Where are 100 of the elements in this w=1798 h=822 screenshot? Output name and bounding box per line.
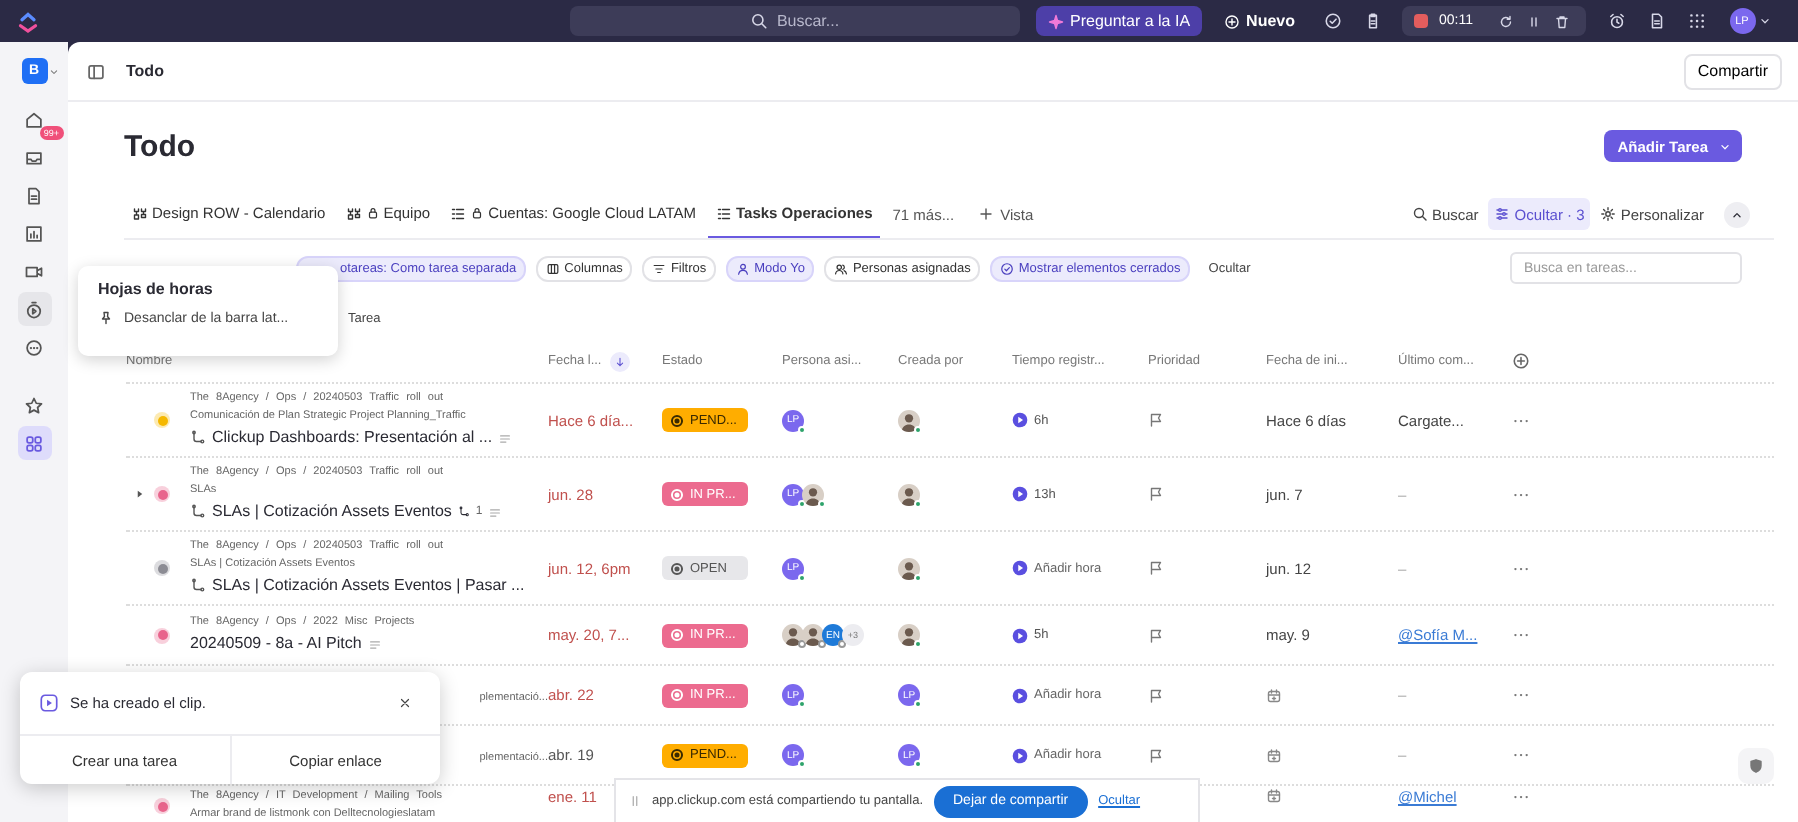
sort-button[interactable] xyxy=(609,351,630,371)
priority-flag-icon[interactable] xyxy=(1148,486,1164,502)
assignee-avatar[interactable] xyxy=(802,483,824,505)
calendar-icon[interactable] xyxy=(1266,687,1282,703)
priority-flag-icon[interactable] xyxy=(1148,747,1164,763)
board-icon xyxy=(132,205,148,221)
calendar-icon[interactable] xyxy=(1266,747,1282,763)
search-field[interactable]: Buscar... xyxy=(570,6,1020,36)
document-icon xyxy=(24,185,44,205)
arrow-down-icon xyxy=(613,355,626,367)
status-icon xyxy=(670,688,684,702)
status-dot[interactable] xyxy=(157,801,167,811)
assignee-avatar[interactable] xyxy=(782,624,804,646)
check-circle-icon[interactable] xyxy=(1323,12,1341,30)
subtask-icon xyxy=(190,578,206,594)
sliders-icon xyxy=(1494,206,1511,222)
priority-flag-icon[interactable] xyxy=(1148,412,1164,428)
lock-icon xyxy=(470,206,485,220)
description-icon xyxy=(498,431,513,445)
creator-avatar[interactable] xyxy=(898,483,920,505)
subtask-icon xyxy=(457,506,470,518)
priority-flag-icon[interactable] xyxy=(1148,627,1164,643)
task-name[interactable]: SLAs | Cotización Assets Eventos xyxy=(212,500,452,524)
creator-avatar[interactable] xyxy=(898,409,920,431)
task-name[interactable]: SLAs | Cotización Assets Eventos | Pasar ... xyxy=(212,574,525,598)
page-title: Todo xyxy=(124,129,196,163)
priority-flag-icon[interactable] xyxy=(1148,687,1164,703)
sparkle-icon xyxy=(1048,13,1064,29)
plus-circle-icon xyxy=(1224,13,1241,29)
filter-icon xyxy=(652,261,667,275)
refresh-icon[interactable] xyxy=(1497,13,1513,29)
video-icon xyxy=(24,261,44,281)
creator-avatar[interactable] xyxy=(898,557,920,579)
new-button[interactable]: Nuevo xyxy=(1218,12,1301,30)
status-dot[interactable] xyxy=(157,630,167,640)
timer-icon xyxy=(24,299,44,319)
home-icon xyxy=(24,109,44,129)
person-icon xyxy=(736,261,751,275)
chart-icon xyxy=(24,223,44,243)
people-icon xyxy=(834,261,849,275)
columns-icon xyxy=(546,261,561,275)
search-icon xyxy=(750,12,769,30)
status-dot[interactable] xyxy=(157,489,167,499)
status-icon xyxy=(670,413,684,427)
add-column-icon[interactable] xyxy=(1512,352,1530,370)
creator-avatar[interactable] xyxy=(898,624,920,646)
document-icon[interactable] xyxy=(1647,12,1665,30)
clipboard-icon[interactable] xyxy=(1363,12,1381,30)
sidebar-item[interactable] xyxy=(17,292,51,326)
caret-icon[interactable] xyxy=(1757,14,1771,28)
caret-icon[interactable] xyxy=(47,65,59,77)
apps-icon xyxy=(24,433,44,453)
status-dot[interactable] xyxy=(157,563,167,573)
assignee-avatar[interactable] xyxy=(802,624,824,646)
board-icon xyxy=(345,205,362,221)
task-name[interactable]: Clickup Dashboards: Presentación al ... xyxy=(212,426,493,450)
popover-title: Hojas de horas xyxy=(98,280,215,298)
play-icon xyxy=(1012,486,1028,502)
settings-icon xyxy=(1600,206,1617,222)
shield-button[interactable] xyxy=(1738,748,1774,784)
expand-icon[interactable] xyxy=(134,488,146,500)
status-dot[interactable] xyxy=(157,415,167,425)
share-button[interactable]: Compartir xyxy=(1683,53,1782,89)
subtask-icon xyxy=(190,504,206,520)
calendar-icon[interactable] xyxy=(1266,788,1282,804)
sidebar-item[interactable] xyxy=(17,426,51,460)
app-logo-icon[interactable] xyxy=(16,9,40,33)
grid-icon[interactable] xyxy=(1687,12,1705,30)
collapse-button[interactable] xyxy=(1724,201,1750,227)
chevron-up-icon xyxy=(1730,207,1744,221)
drag-handle-icon[interactable] xyxy=(628,794,642,808)
alarm-icon[interactable] xyxy=(1607,12,1625,30)
status-icon xyxy=(670,628,684,642)
search-icon xyxy=(1411,206,1428,222)
subtask-icon xyxy=(190,430,206,446)
close-icon[interactable] xyxy=(398,696,412,710)
caret-icon xyxy=(1718,139,1732,153)
play-icon xyxy=(1012,627,1028,643)
status-icon xyxy=(670,561,684,575)
pin-icon xyxy=(98,310,114,326)
stop-icon[interactable] xyxy=(1413,14,1427,28)
star-icon xyxy=(24,395,44,415)
more-icon xyxy=(24,337,44,357)
play-icon xyxy=(1012,747,1028,763)
list-icon xyxy=(450,205,467,221)
sidebar-toggle-icon[interactable] xyxy=(86,61,106,81)
priority-flag-icon[interactable] xyxy=(1148,560,1164,576)
description-icon xyxy=(488,505,503,519)
list-icon xyxy=(716,205,733,221)
description-icon xyxy=(367,637,382,651)
play-icon xyxy=(1012,412,1028,428)
trash-icon[interactable] xyxy=(1553,13,1569,29)
play-icon xyxy=(1012,560,1028,576)
pause-icon[interactable] xyxy=(1525,13,1541,29)
task-name[interactable]: 20240509 - 8a - AI Pitch xyxy=(190,632,362,656)
location-title: Todo xyxy=(126,62,164,80)
shield-icon xyxy=(1748,758,1764,774)
inbox-icon xyxy=(24,147,44,167)
ask-ai-button[interactable]: Preguntar a la IA xyxy=(1036,6,1203,36)
plus-icon xyxy=(978,206,995,222)
